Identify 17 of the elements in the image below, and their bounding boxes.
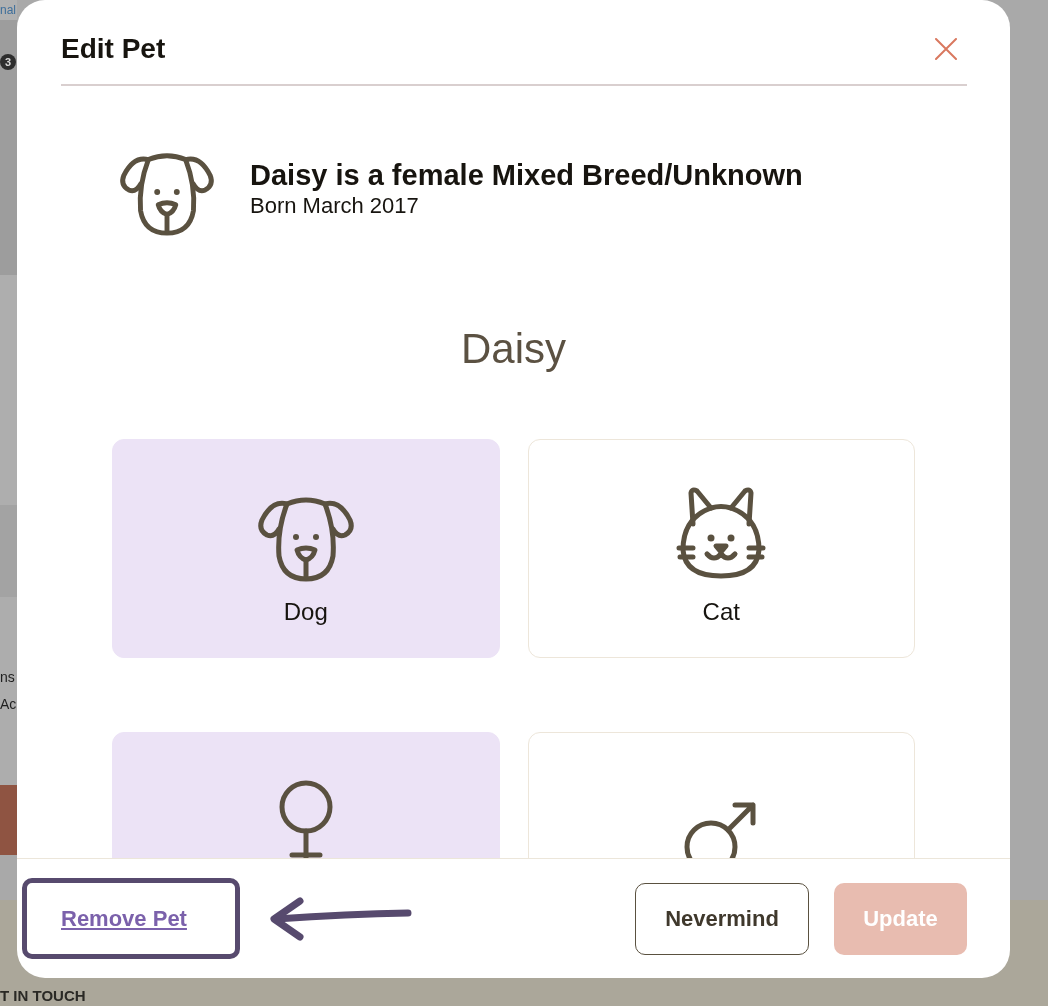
birth-date-text: Born March 2017 [250,192,419,220]
pet-summary-headline: Daisy is a female Mixed Breed/Unknown [250,158,803,192]
page-banner [0,785,17,855]
page-text: ns [0,668,16,687]
page-text: Ac [0,695,17,714]
count-badge: 3 [0,54,16,70]
page-section [0,855,17,900]
close-button[interactable] [935,38,957,60]
dialog-title: Edit Pet [61,33,166,65]
pet-name: Daisy [460,324,567,374]
cancel-button[interactable]: Nevermind [635,882,809,955]
remove-pet-link[interactable]: Remove Pet [61,905,187,932]
species-option-card[interactable]: Cat [527,439,915,658]
species-option-card[interactable]: Dog [112,439,500,658]
link-text: nal [0,3,17,17]
close-icon [935,38,957,60]
footer-heading: T IN TOUCH [0,987,86,1005]
